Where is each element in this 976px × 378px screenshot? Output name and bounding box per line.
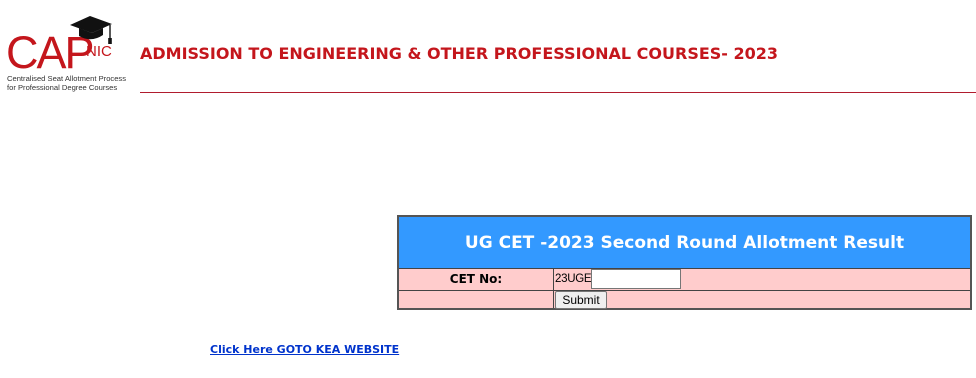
kea-website-link[interactable]: Click Here GOTO KEA WEBSITE — [210, 343, 399, 357]
submit-row: Submit — [399, 291, 970, 309]
page: CAP NIC Centralised Seat Allotment Proce… — [0, 0, 976, 378]
cet-number-prefix: 23UGE — [555, 273, 592, 285]
graduation-cap-icon — [70, 16, 112, 44]
cet-number-label: CET No: — [449, 272, 503, 286]
logo-tagline-line2: for Professional Degree Courses — [7, 82, 118, 92]
allotment-result-form: UG CET -2023 Second Round Allotment Resu… — [397, 215, 972, 310]
page-title: ADMISSION TO ENGINEERING & OTHER PROFESS… — [140, 44, 779, 63]
cet-number-row: CET No: 23UGE — [399, 269, 970, 291]
logo-tagline: Centralised Seat Allotment Process for P… — [7, 74, 126, 92]
header-divider — [140, 92, 976, 93]
form-title: UG CET -2023 Second Round Allotment Resu… — [464, 232, 905, 253]
cap-nic-logo: CAP NIC Centralised Seat Allotment Proce… — [6, 14, 138, 96]
column-divider — [553, 269, 554, 308]
form-header: UG CET -2023 Second Round Allotment Resu… — [399, 217, 970, 269]
submit-button[interactable]: Submit — [555, 291, 607, 309]
cet-number-input[interactable] — [591, 269, 681, 289]
